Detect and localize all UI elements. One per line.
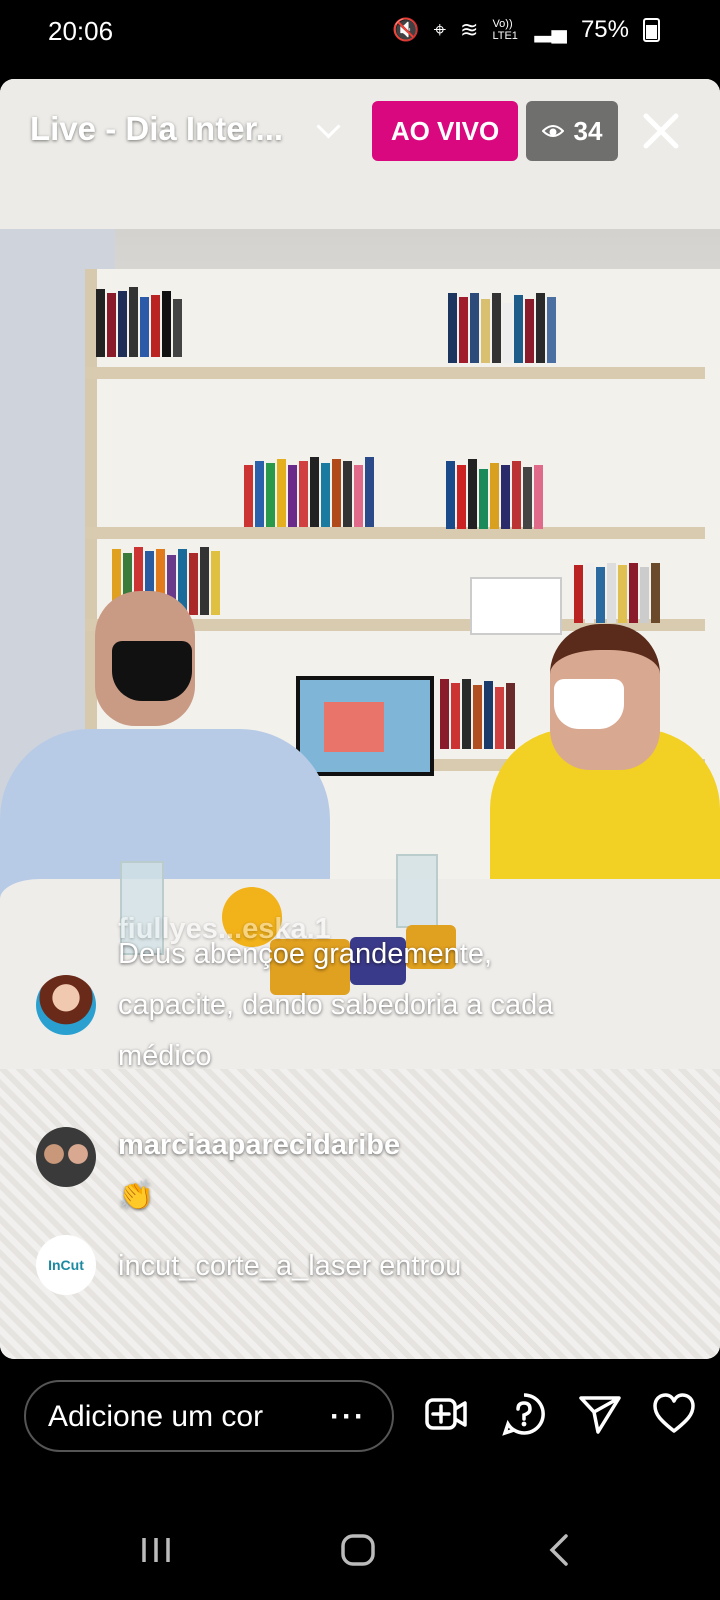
man-mask	[112, 641, 192, 701]
comment-input[interactable]	[46, 1392, 320, 1442]
back-icon[interactable]	[540, 1530, 580, 1570]
chevron-down-icon[interactable]	[316, 114, 341, 139]
system-nav-bar	[0, 1500, 720, 1600]
comment-text: Deus abençoe grandemente, capacite, dand…	[118, 938, 554, 1072]
location-icon: ⌖	[433, 17, 446, 42]
comment-text: 👏	[118, 1180, 155, 1212]
live-header: Live - Dia Inter... AO VIVO 34	[0, 98, 720, 162]
wifi-icon: ≋	[460, 17, 479, 42]
close-icon[interactable]	[638, 108, 684, 154]
battery-icon	[643, 18, 660, 42]
network-label: Vo)) LTE1	[492, 18, 518, 42]
comment-input-wrapper: ···	[24, 1380, 394, 1452]
eye-icon	[541, 125, 564, 137]
viewer-number: 34	[573, 115, 603, 146]
live-title[interactable]: Live - Dia Inter...	[30, 110, 283, 148]
mute-icon: 🔇	[392, 17, 420, 42]
signal-icon: ▂▄	[534, 17, 567, 42]
add-video-icon[interactable]	[424, 1392, 468, 1436]
avatar[interactable]	[36, 1127, 96, 1187]
battery-percent: 75%	[580, 16, 629, 43]
avatar[interactable]: InCut	[36, 1235, 96, 1295]
woman-mask	[554, 679, 624, 729]
heart-icon[interactable]	[652, 1392, 696, 1436]
compose-bar: ···	[0, 1376, 720, 1466]
send-icon[interactable]	[578, 1392, 622, 1436]
comment-user[interactable]: marciaaparecidaribe	[118, 1129, 400, 1162]
photo-frame	[470, 577, 562, 635]
live-video[interactable]	[0, 79, 720, 1359]
avatar[interactable]	[36, 975, 96, 1035]
home-icon[interactable]	[338, 1530, 378, 1570]
framed-drawing	[296, 676, 434, 776]
more-options-button[interactable]: ···	[330, 1400, 366, 1434]
live-badge: AO VIVO	[372, 101, 518, 161]
join-notice: incut_corte_a_laser entrou	[118, 1250, 462, 1282]
viewer-count[interactable]: 34	[526, 101, 618, 161]
glass-right	[396, 854, 438, 928]
status-bar: 20:06 🔇 ⌖ ≋ Vo)) LTE1 ▂▄ 75%	[0, 0, 720, 64]
question-icon[interactable]	[502, 1392, 546, 1436]
recent-apps-icon[interactable]	[136, 1530, 176, 1570]
clock: 20:06	[48, 16, 114, 46]
